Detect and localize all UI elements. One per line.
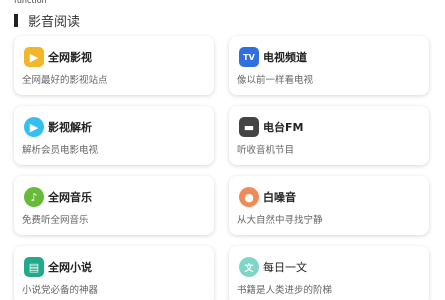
card-white-noise[interactable]: ● 白噪音 从大自然中寻找宁静 (229, 176, 429, 235)
play-triangle-icon: ▶ (24, 117, 44, 137)
card-radio-fm[interactable]: ▬ 电台FM 听收音机节目 (229, 106, 429, 165)
card-all-novels[interactable]: ▤ 全网小说 小说党必备的神器 (14, 246, 214, 300)
card-desc: 全网最好的影视站点 (22, 75, 108, 86)
card-all-movies[interactable]: ▶ 全网影视 全网最好的影视站点 (14, 36, 214, 95)
film-clapper-icon: ▶ (24, 47, 44, 67)
daily-article-icon: 文 (239, 257, 259, 277)
card-title: 全网音乐 (48, 191, 92, 204)
book-icon: ▤ (24, 257, 44, 277)
card-desc: 从大自然中寻找宁静 (237, 215, 323, 226)
card-tv-channels[interactable]: TV 电视频道 像以前一样看电视 (229, 36, 429, 95)
card-video-parse[interactable]: ▶ 影视解析 解析会员电影电视 (14, 106, 214, 165)
card-desc: 像以前一样看电视 (237, 75, 314, 86)
card-title: 白噪音 (263, 191, 296, 204)
card-all-music[interactable]: ♪ 全网音乐 免费听全网音乐 (14, 176, 214, 235)
card-desc: 书籍是人类进步的阶梯 (237, 285, 333, 296)
card-desc: 解析会员电影电视 (22, 145, 99, 156)
top-fragment-text: function (14, 0, 47, 5)
card-title: 每日一文 (263, 261, 307, 274)
white-noise-icon: ● (239, 187, 259, 207)
card-daily-article[interactable]: 文 每日一文 书籍是人类进步的阶梯 (229, 246, 429, 300)
card-title: 电台FM (263, 121, 304, 134)
card-title: 全网影视 (48, 51, 92, 64)
section-header: 影音阅读 (14, 12, 81, 30)
card-title: 电视频道 (263, 51, 307, 64)
card-desc: 听收音机节目 (237, 145, 295, 156)
card-title: 全网小说 (48, 261, 92, 274)
card-desc: 免费听全网音乐 (22, 215, 89, 226)
radio-icon: ▬ (239, 117, 259, 137)
music-note-icon: ♪ (24, 187, 44, 207)
section-indicator-bar (14, 13, 18, 27)
tv-icon: TV (239, 47, 259, 67)
card-desc: 小说党必备的神器 (22, 285, 99, 296)
card-title: 影视解析 (48, 121, 92, 134)
section-title: 影音阅读 (28, 14, 81, 30)
